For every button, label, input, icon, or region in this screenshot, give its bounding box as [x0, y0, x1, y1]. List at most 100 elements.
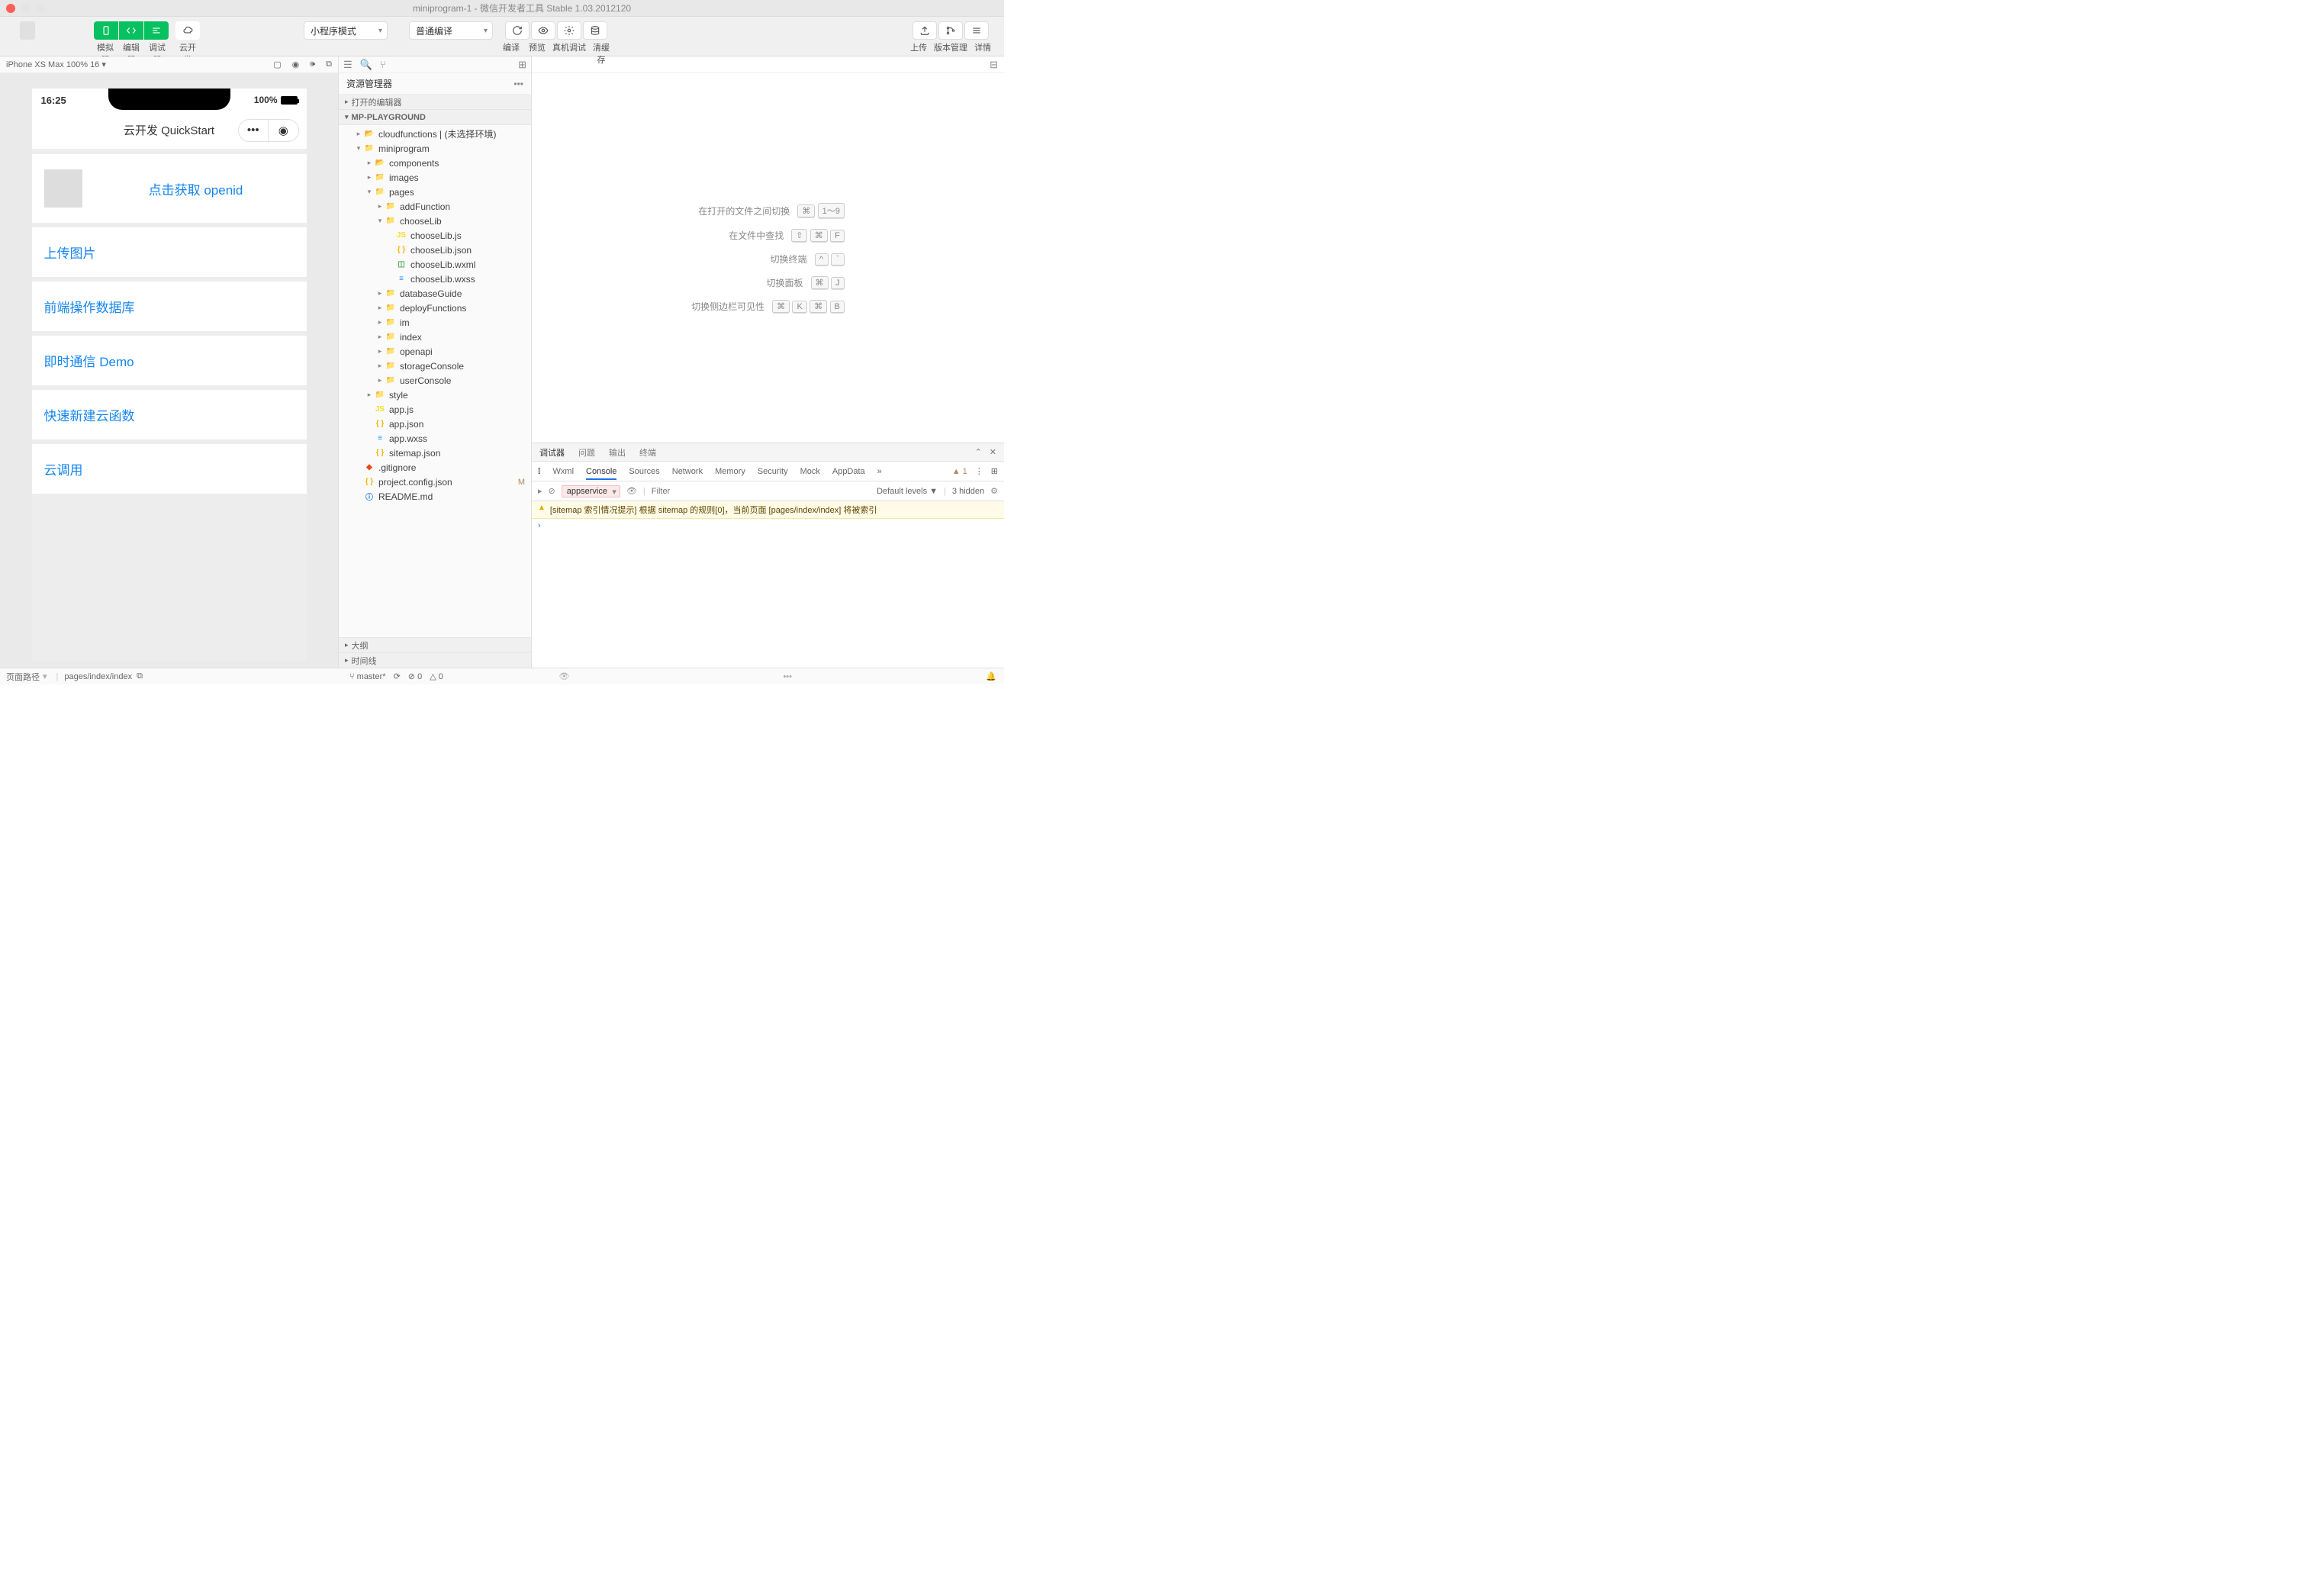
clear-console-icon[interactable]: ⊘	[549, 486, 555, 496]
editor-button[interactable]	[119, 21, 143, 40]
tree-item[interactable]: { }chooseLib.json	[339, 243, 531, 257]
devtab-console[interactable]: Console	[586, 467, 616, 480]
errors[interactable]: ⊘ 0	[408, 671, 422, 681]
real-debug-button[interactable]	[557, 21, 581, 40]
tree-item[interactable]: ▸📁userConsole	[339, 373, 531, 388]
tree-item[interactable]: ▸📂cloudfunctions | (未选择环境)	[339, 127, 531, 141]
layout-icon[interactable]: ⊞	[518, 59, 526, 71]
timeline-section[interactable]: 时间线	[339, 652, 531, 668]
tab-debugger[interactable]: 调试器	[539, 446, 565, 459]
devtab-network[interactable]: Network	[672, 467, 703, 476]
tree-item[interactable]: ▾📁miniprogram	[339, 141, 531, 156]
list-icon[interactable]: ☰	[343, 59, 352, 71]
eye-icon[interactable]: 👁	[626, 486, 637, 496]
devtab-memory[interactable]: Memory	[715, 467, 745, 476]
tree-item[interactable]: ◆.gitignore	[339, 460, 531, 475]
sync-icon[interactable]: ⟳	[394, 671, 401, 681]
dock-icon[interactable]: ⊞	[991, 466, 998, 476]
tree-item[interactable]: ▸📁deployFunctions	[339, 301, 531, 315]
devtab-mock[interactable]: Mock	[800, 467, 820, 476]
tree-item[interactable]: ▸📁style	[339, 388, 531, 402]
tree-item[interactable]: ≡chooseLib.wxss	[339, 272, 531, 286]
warn-count[interactable]: ▲ 1	[952, 467, 967, 476]
tree-item[interactable]: ▾📁pages	[339, 185, 531, 199]
card-upload[interactable]: 上传图片	[32, 227, 307, 277]
tree-item[interactable]: ▸📂components	[339, 156, 531, 170]
cloud-button[interactable]	[175, 21, 200, 40]
tab-terminal[interactable]: 终端	[639, 446, 656, 459]
tree-item[interactable]: ▸📁index	[339, 330, 531, 344]
tree-item[interactable]: ⓘREADME.md	[339, 489, 531, 504]
tree-item[interactable]: ≡app.wxss	[339, 431, 531, 446]
devtab-sources[interactable]: Sources	[629, 467, 659, 476]
tree-item[interactable]: { }app.json	[339, 417, 531, 431]
version-button[interactable]	[938, 21, 963, 40]
compile-button[interactable]	[505, 21, 529, 40]
branch-icon[interactable]: ⑂ master*	[349, 672, 386, 681]
card-cloudcall[interactable]: 云调用	[32, 444, 307, 494]
more-icon[interactable]: •••	[513, 79, 523, 89]
device-icon[interactable]: ▢	[273, 60, 281, 69]
more-tabs-icon[interactable]: »	[877, 467, 882, 476]
tree-item[interactable]: ▸📁im	[339, 315, 531, 330]
outline-section[interactable]: 大纲	[339, 637, 531, 652]
tab-problems[interactable]: 问题	[578, 446, 595, 459]
tree-item[interactable]: ▾📁chooseLib	[339, 214, 531, 228]
maximize-icon[interactable]	[37, 4, 46, 13]
mute-icon[interactable]: 🕪	[310, 60, 315, 69]
tree-item[interactable]: ▸📁storageConsole	[339, 359, 531, 373]
more-icon[interactable]: •••	[783, 672, 792, 681]
tab-output[interactable]: 输出	[609, 446, 626, 459]
kebab-icon[interactable]: ⋮	[975, 466, 983, 476]
hidden-count[interactable]: 3 hidden	[952, 487, 984, 496]
tree-item[interactable]: ▸📁images	[339, 170, 531, 185]
tree-item[interactable]: JSapp.js	[339, 402, 531, 417]
card-im[interactable]: 即时通信 Demo	[32, 336, 307, 385]
device-select[interactable]: iPhone XS Max 100% 16 ▾	[6, 60, 106, 69]
capsule-close[interactable]: ◉	[269, 120, 298, 141]
details-button[interactable]	[964, 21, 989, 40]
tree-item[interactable]: ▸📁databaseGuide	[339, 286, 531, 301]
split-icon[interactable]: ⊟	[990, 59, 998, 71]
card-newfunc[interactable]: 快速新建云函数	[32, 390, 307, 439]
tree-item[interactable]: ◫chooseLib.wxml	[339, 257, 531, 272]
levels-select[interactable]: Default levels ▼	[877, 487, 938, 496]
close-icon[interactable]	[6, 4, 15, 13]
play-icon[interactable]: ▸	[538, 486, 542, 496]
minimize-icon[interactable]	[21, 4, 31, 13]
mode-select[interactable]: 小程序模式	[304, 21, 388, 40]
filter-input[interactable]	[652, 487, 871, 496]
compile-select[interactable]: 普通编译	[409, 21, 493, 40]
popout-icon[interactable]: ⧉	[326, 60, 332, 69]
devtab-security[interactable]: Security	[758, 467, 788, 476]
search-icon[interactable]: 🔍	[360, 59, 372, 71]
eye-icon[interactable]: 👁	[558, 671, 569, 681]
context-select[interactable]: appservice	[562, 485, 620, 497]
close-icon[interactable]: ✕	[990, 447, 996, 457]
page-path[interactable]: pages/index/index	[64, 672, 132, 681]
tree-item[interactable]: { }project.config.jsonM	[339, 475, 531, 489]
upload-button[interactable]	[913, 21, 937, 40]
chevron-up-icon[interactable]: ⌃	[975, 447, 982, 457]
record-icon[interactable]: ◉	[292, 60, 300, 69]
copy-icon[interactable]: ⧉	[137, 671, 143, 681]
devtab-appdata[interactable]: AppData	[832, 467, 865, 476]
card-openid[interactable]: 点击获取 openid	[32, 154, 307, 223]
inspect-icon[interactable]: ⫾	[538, 466, 541, 476]
open-editors-section[interactable]: 打开的编辑器	[339, 95, 531, 110]
warnings[interactable]: △ 0	[430, 671, 443, 681]
root-section[interactable]: MP-PLAYGROUND	[339, 110, 531, 125]
preview-button[interactable]	[531, 21, 555, 40]
tree-item[interactable]: JSchooseLib.js	[339, 228, 531, 243]
simulator-button[interactable]	[94, 21, 118, 40]
devtab-wxml[interactable]: Wxml	[553, 467, 575, 476]
git-icon[interactable]: ⑂	[380, 59, 386, 70]
console-prompt[interactable]: ›	[532, 519, 1004, 533]
tree-item[interactable]: ▸📁openapi	[339, 344, 531, 359]
capsule-menu[interactable]: •••	[239, 120, 269, 141]
bell-icon[interactable]: 🔔	[986, 671, 996, 681]
tree-item[interactable]: { }sitemap.json	[339, 446, 531, 460]
debugger-button[interactable]	[144, 21, 169, 40]
clear-cache-button[interactable]	[583, 21, 607, 40]
card-db[interactable]: 前端操作数据库	[32, 282, 307, 331]
